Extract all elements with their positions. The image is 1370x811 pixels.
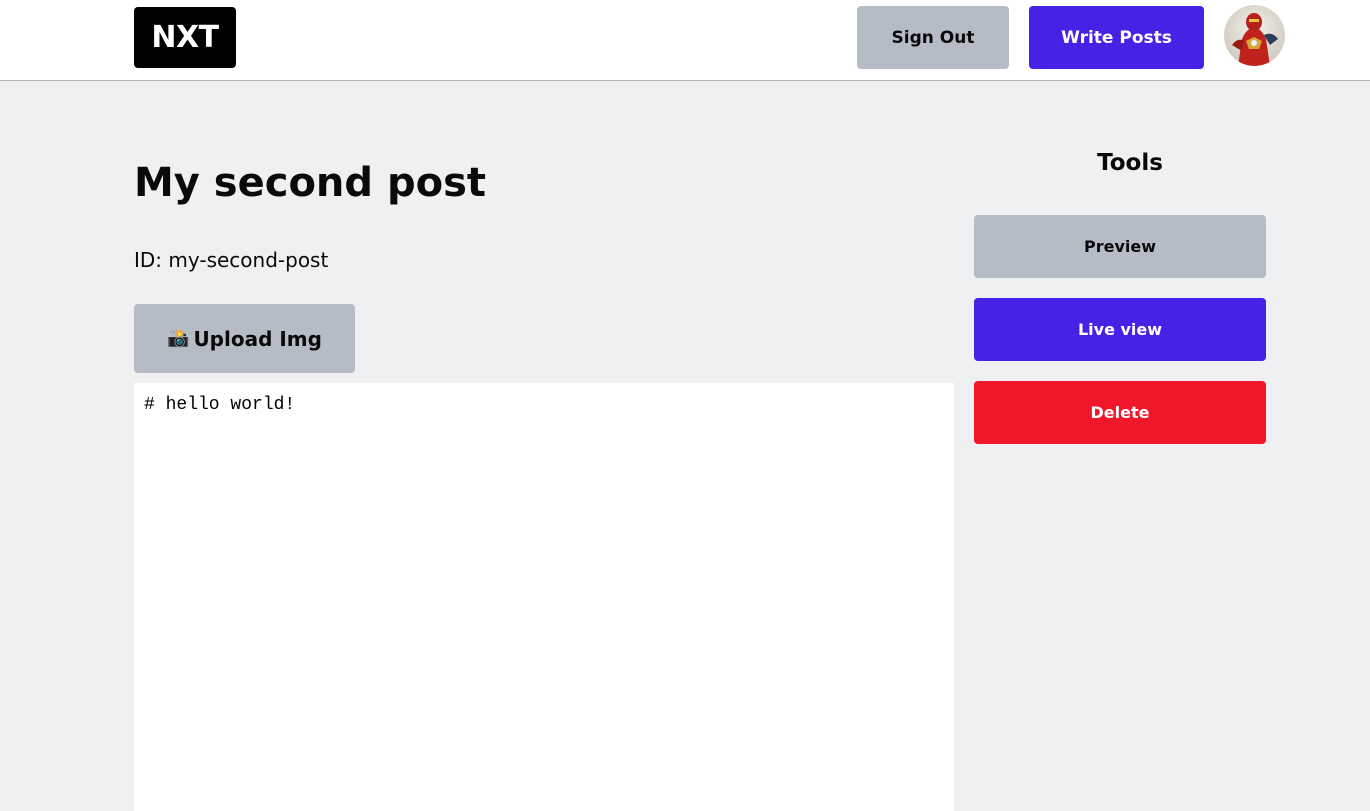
preview-button[interactable]: Preview (974, 215, 1266, 278)
camera-icon: 📸 (167, 328, 190, 349)
upload-image-label: Upload Img (193, 326, 322, 351)
upload-image-button[interactable]: 📸 Upload Img (134, 304, 355, 373)
logo-link[interactable]: NXT (134, 7, 236, 68)
delete-button[interactable]: Delete (974, 381, 1266, 444)
post-content-editor[interactable]: # hello world! (134, 383, 954, 811)
tools-heading: Tools (1097, 150, 1163, 176)
live-view-button[interactable]: Live view (974, 298, 1266, 361)
sign-out-button[interactable]: Sign Out (857, 6, 1009, 69)
user-avatar-icon[interactable] (1224, 5, 1285, 66)
post-title: My second post (134, 160, 487, 206)
write-posts-button[interactable]: Write Posts (1029, 6, 1204, 69)
navbar: NXT Sign Out Write Posts (0, 0, 1370, 81)
post-id: ID: my-second-post (134, 248, 329, 272)
